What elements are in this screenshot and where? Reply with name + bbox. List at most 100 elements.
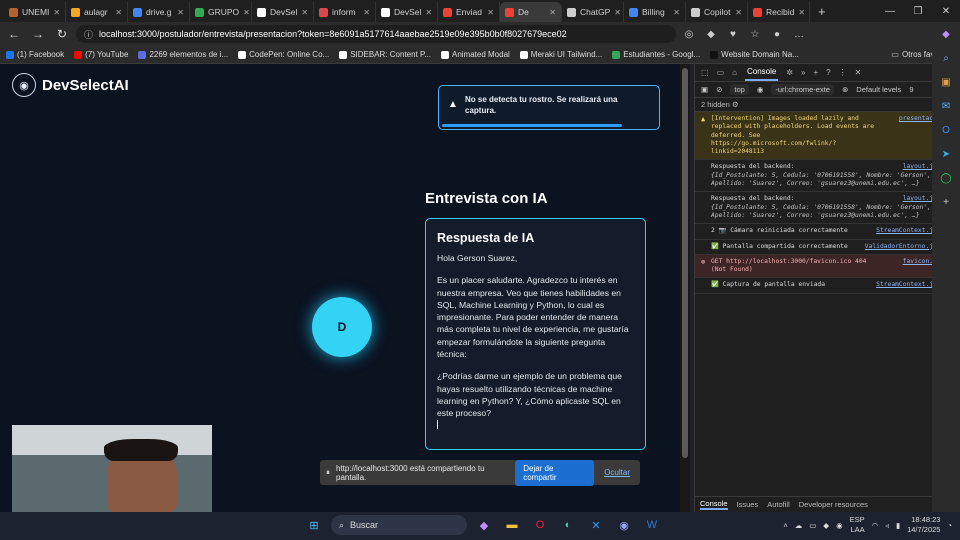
- browser-tab[interactable]: ChatGP ✕: [562, 2, 624, 22]
- bookmark-item[interactable]: CodePen: Online Co...: [238, 50, 329, 59]
- sidebar-toggle-icon[interactable]: ▣: [701, 85, 708, 94]
- console-message[interactable]: ValidadorEntorno.jsx:43 ✅ Pantalla compar…: [695, 240, 960, 255]
- bookmark-item[interactable]: SIDEBAR: Content P...: [339, 50, 431, 59]
- whatsapp-icon[interactable]: ◯: [932, 166, 960, 190]
- vscode-icon[interactable]: ✕: [585, 514, 607, 536]
- device-icon[interactable]: ▭: [717, 68, 725, 77]
- close-tab-icon[interactable]: ✕: [53, 8, 60, 17]
- help-icon[interactable]: ?: [826, 68, 830, 77]
- browser-tab[interactable]: Billing ✕: [624, 2, 686, 22]
- forward-icon[interactable]: →: [28, 24, 48, 44]
- clear-icon[interactable]: ⊘: [716, 85, 722, 94]
- edge-icon[interactable]: ◐: [557, 514, 579, 536]
- teams-tray-icon[interactable]: ◉: [836, 521, 843, 530]
- close-tab-icon[interactable]: ✕: [614, 8, 621, 17]
- profile-icon[interactable]: ●: [768, 25, 786, 43]
- close-tab-icon[interactable]: ✕: [735, 8, 742, 17]
- eye-icon[interactable]: ◉: [757, 85, 764, 94]
- close-icon[interactable]: ✕: [932, 0, 960, 22]
- close-tab-icon[interactable]: ✕: [798, 8, 805, 17]
- console-message[interactable]: StreamContext.jsx:18 2 📷 Cámara reiniciad…: [695, 224, 960, 240]
- volume-icon[interactable]: ◃: [885, 521, 889, 530]
- word-icon[interactable]: W: [641, 514, 663, 536]
- settings-icon[interactable]: ⚙: [732, 100, 739, 109]
- shield-icon[interactable]: ◆: [823, 521, 829, 530]
- stop-sharing-button[interactable]: Dejar de compartir: [515, 459, 595, 486]
- browser-tab[interactable]: DevSel ✕: [252, 2, 314, 22]
- context-select[interactable]: top: [730, 84, 749, 95]
- bookmark-item[interactable]: (1) Facebook: [6, 50, 64, 59]
- browser-tab[interactable]: UNEMI ✕: [4, 2, 66, 22]
- outlook-icon[interactable]: O: [932, 118, 960, 142]
- browser-tab[interactable]: DevSel ✕: [376, 2, 438, 22]
- file-explorer-icon[interactable]: ▬: [501, 514, 523, 536]
- menu-icon[interactable]: …: [790, 25, 808, 43]
- close-tab-icon[interactable]: ✕: [363, 8, 370, 17]
- clock[interactable]: 18:48:23 14/7/2025: [907, 515, 940, 535]
- close-tab-icon[interactable]: ✕: [673, 8, 680, 17]
- search-icon[interactable]: ⌕: [932, 46, 960, 70]
- close-tab-icon[interactable]: ✕: [115, 8, 122, 17]
- close-tab-icon[interactable]: ✕: [425, 8, 432, 17]
- minimize-icon[interactable]: —: [876, 0, 904, 22]
- onedrive-icon[interactable]: ☁: [795, 521, 803, 530]
- clear-filter-icon[interactable]: ⊗: [842, 85, 848, 94]
- usb-icon[interactable]: ▭: [809, 521, 816, 530]
- browser-tab[interactable]: Recibid ✕: [748, 2, 810, 22]
- bug-icon[interactable]: ✲: [786, 68, 793, 77]
- drawer-tab[interactable]: Issues: [737, 500, 759, 509]
- start-icon[interactable]: ⊞: [303, 514, 325, 536]
- close-tab-icon[interactable]: ✕: [549, 8, 556, 17]
- more-tabs-icon[interactable]: »: [801, 68, 805, 77]
- close-devtools-icon[interactable]: ✕: [855, 68, 862, 77]
- address-text[interactable]: localhost:3000/postulador/entrevista/pre…: [99, 29, 567, 39]
- browser-tab[interactable]: De ✕: [500, 2, 562, 22]
- browser-tab[interactable]: aulagr ✕: [66, 2, 128, 22]
- close-tab-icon[interactable]: ✕: [243, 8, 250, 17]
- shopping-icon[interactable]: ▣: [932, 70, 960, 94]
- notifications-icon[interactable]: ◔: [947, 521, 952, 530]
- language[interactable]: ESP LAA: [850, 515, 865, 535]
- elements-icon[interactable]: ⌂: [732, 68, 737, 77]
- bookmark-item[interactable]: (7) YouTube: [74, 50, 128, 59]
- drawer-tab[interactable]: Autofill: [767, 500, 790, 509]
- console-message[interactable]: StreamContext.jsx:62 ✅ Captura de pantall…: [695, 278, 960, 294]
- site-info-icon[interactable]: ⓘ: [84, 28, 93, 41]
- chevron-up-icon[interactable]: ˄: [783, 521, 787, 530]
- bookmark-item[interactable]: Meraki UI Tailwind...: [519, 50, 602, 59]
- address-bar[interactable]: ⓘ localhost:3000/postulador/entrevista/p…: [76, 25, 676, 43]
- wifi-icon[interactable]: ◠: [872, 521, 879, 530]
- page-scrollbar[interactable]: [680, 64, 690, 512]
- browser-tab[interactable]: Enviad ✕: [438, 2, 500, 22]
- close-tab-icon[interactable]: ✕: [301, 8, 308, 17]
- bookmark-item[interactable]: Animated Modal: [440, 50, 510, 59]
- add-sidebar-icon[interactable]: +: [932, 190, 960, 214]
- close-tab-icon[interactable]: ✕: [177, 8, 184, 17]
- levels-select[interactable]: Default levels: [856, 85, 901, 94]
- copilot-icon[interactable]: ◆: [473, 514, 495, 536]
- teams-icon[interactable]: ◉: [613, 514, 635, 536]
- maximize-icon[interactable]: ❐: [904, 0, 932, 22]
- browser-tab[interactable]: drive.g ✕: [128, 2, 190, 22]
- telegram-icon[interactable]: ➤: [932, 142, 960, 166]
- inspect-icon[interactable]: ⬚: [701, 68, 709, 77]
- tab-console[interactable]: Console: [744, 64, 779, 81]
- filter-input[interactable]: -url:chrome-exte: [771, 84, 834, 95]
- console-message[interactable]: layout.jsx:25 Respuesta del backend: {Id_P…: [695, 192, 960, 225]
- bookmark-item[interactable]: Website Domain Na...: [710, 50, 799, 59]
- tools-icon[interactable]: ✉: [932, 94, 960, 118]
- back-icon[interactable]: ←: [4, 24, 24, 44]
- bookmark-item[interactable]: 2269 elementos de i...: [138, 50, 228, 59]
- extension-icon[interactable]: ♥: [724, 25, 742, 43]
- drawer-tab[interactable]: Console: [700, 499, 728, 510]
- extension-icon[interactable]: ◎: [680, 25, 698, 43]
- close-tab-icon[interactable]: ✕: [487, 8, 494, 17]
- reload-icon[interactable]: ↻: [52, 24, 72, 44]
- issues-count[interactable]: 9: [909, 85, 913, 94]
- taskbar-search[interactable]: ⌕ Buscar: [331, 515, 467, 535]
- bookmark-item[interactable]: Estudiantes - Googl...: [612, 50, 700, 59]
- scrollbar-thumb[interactable]: [682, 68, 688, 458]
- new-tab-button[interactable]: +: [810, 2, 834, 22]
- opera-icon[interactable]: O: [529, 514, 551, 536]
- add-icon[interactable]: +: [813, 68, 818, 77]
